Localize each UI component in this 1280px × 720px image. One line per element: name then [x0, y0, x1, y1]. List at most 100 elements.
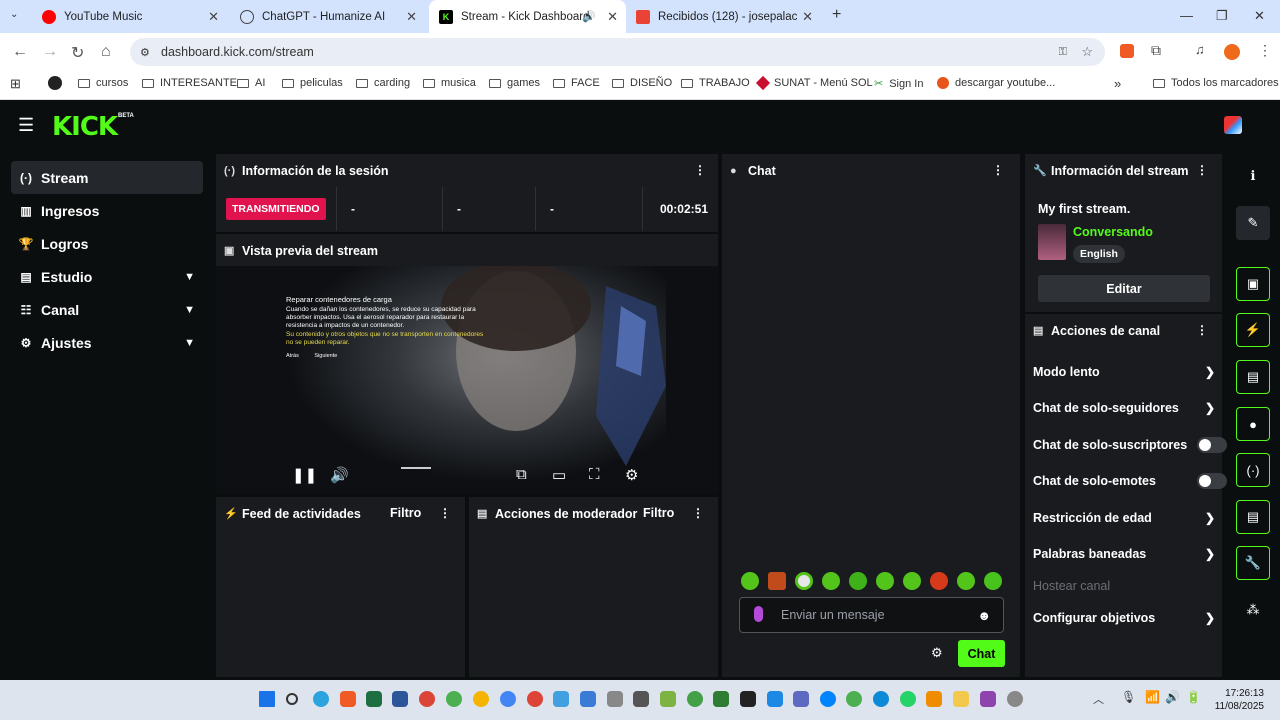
- close-icon[interactable]: ✕: [208, 9, 219, 25]
- user-avatar[interactable]: [1224, 116, 1242, 134]
- sidebar-item-ajustes[interactable]: ⚙ Ajustes ▼: [11, 326, 203, 359]
- volume-tray-icon[interactable]: 🔊: [1165, 690, 1180, 704]
- activity-filter-button[interactable]: Filtro: [390, 506, 421, 520]
- bookmark-games[interactable]: games: [489, 77, 540, 89]
- kebab-menu-icon[interactable]: ⋮: [439, 506, 451, 520]
- fullscreen-icon[interactable]: ⛶: [589, 466, 600, 483]
- bookmark-cursos[interactable]: cursos: [78, 77, 128, 89]
- stream-preview-video[interactable]: Reparar contenedores de carga Cuando se …: [216, 266, 718, 494]
- settings-gear-icon[interactable]: ⚙: [625, 466, 638, 484]
- chrome-icon[interactable]: [500, 691, 516, 707]
- globe-icon[interactable]: [48, 76, 62, 90]
- bookmark-musica[interactable]: musica: [423, 77, 476, 89]
- word-icon[interactable]: [392, 691, 408, 707]
- microphone-icon[interactable]: [754, 606, 763, 622]
- chrome-icon[interactable]: [527, 691, 543, 707]
- profile-avatar[interactable]: [1224, 44, 1240, 60]
- app-icon[interactable]: [713, 691, 729, 707]
- messenger-icon[interactable]: [820, 691, 836, 707]
- tray-chevron-icon[interactable]: ︿: [1093, 691, 1104, 707]
- back-icon[interactable]: ←: [12, 43, 28, 61]
- app-icon[interactable]: [660, 691, 676, 707]
- sidebar-item-canal[interactable]: ☷ Canal ▼: [11, 293, 203, 326]
- bookmark-sunat[interactable]: SUNAT - Menú SOL: [755, 75, 873, 91]
- forward-icon[interactable]: →: [42, 43, 58, 61]
- category-name[interactable]: Conversando: [1073, 225, 1153, 239]
- close-icon[interactable]: ✕: [607, 9, 618, 25]
- url-field[interactable]: ⚙ dashboard.kick.com/stream ⚿ ☆: [130, 38, 1105, 66]
- emote-icon[interactable]: [903, 572, 921, 590]
- microphone-tray-icon[interactable]: 🎙: [1121, 690, 1136, 704]
- site-info-icon[interactable]: ⚙: [140, 46, 150, 59]
- new-tab-icon[interactable]: +: [832, 6, 841, 24]
- apps-grid-icon[interactable]: ⊞: [10, 76, 21, 92]
- vlc-icon[interactable]: [926, 691, 942, 707]
- sidebar-item-estudio[interactable]: ▤ Estudio ▼: [11, 260, 203, 293]
- app-icon[interactable]: [793, 691, 809, 707]
- emote-icon[interactable]: [930, 572, 948, 590]
- bookmark-face[interactable]: FACE: [553, 77, 600, 89]
- close-icon[interactable]: ✕: [802, 9, 813, 25]
- emote-icon[interactable]: [741, 572, 759, 590]
- app-icon[interactable]: [553, 691, 569, 707]
- app-icon[interactable]: [740, 691, 756, 707]
- battery-icon[interactable]: 🔋: [1186, 690, 1201, 704]
- banned-words-row[interactable]: Palabras baneadas ❯: [1033, 536, 1219, 572]
- tab-chatgpt[interactable]: ChatGPT - Humanize AI ✕: [230, 0, 425, 33]
- calculator-icon[interactable]: [633, 691, 649, 707]
- chat-toggle-button[interactable]: ●: [1236, 407, 1270, 441]
- stream-info-toggle-button[interactable]: 🔧: [1236, 546, 1270, 580]
- media-control-icon[interactable]: ♫: [1195, 42, 1205, 57]
- emote-icon[interactable]: [984, 572, 1002, 590]
- wifi-icon[interactable]: 📶: [1145, 690, 1160, 704]
- bookmark-star-icon[interactable]: ☆: [1081, 44, 1093, 60]
- clock[interactable]: 17:26:13 11/08/2025: [1210, 687, 1264, 713]
- info-button[interactable]: ℹ: [1236, 159, 1270, 193]
- theater-mode-icon[interactable]: ▭: [552, 466, 566, 484]
- extensions-icon[interactable]: ⧉: [1151, 42, 1161, 59]
- send-chat-button[interactable]: Chat: [958, 640, 1005, 667]
- picture-in-picture-icon[interactable]: ⧉: [516, 466, 527, 483]
- moderator-filter-button[interactable]: Filtro: [643, 506, 674, 520]
- mod-actions-toggle-button[interactable]: ▤: [1236, 360, 1270, 394]
- bookmark-peliculas[interactable]: peliculas: [282, 77, 343, 89]
- app-icon[interactable]: [580, 691, 596, 707]
- hamburger-menu-icon[interactable]: ☰: [18, 115, 34, 136]
- activity-toggle-button[interactable]: ⚡: [1236, 313, 1270, 347]
- minimize-icon[interactable]: —: [1180, 8, 1193, 23]
- emotes-only-toggle[interactable]: [1197, 473, 1227, 489]
- app-icon[interactable]: [607, 691, 623, 707]
- emote-icon[interactable]: [849, 572, 867, 590]
- tab-list-icon[interactable]: ⌄: [10, 9, 18, 20]
- emote-icon[interactable]: [822, 572, 840, 590]
- followers-only-row[interactable]: Chat de solo-seguidores ❯: [1033, 390, 1219, 426]
- edit-button[interactable]: ✎: [1236, 206, 1270, 240]
- emote-icon[interactable]: [876, 572, 894, 590]
- channel-actions-toggle-button[interactable]: ▤: [1236, 500, 1270, 534]
- preview-toggle-button[interactable]: ▣: [1236, 267, 1270, 301]
- emoji-picker-icon[interactable]: ☻: [977, 608, 991, 623]
- app-icon[interactable]: [687, 691, 703, 707]
- file-explorer-icon[interactable]: [953, 691, 969, 707]
- chat-input[interactable]: Enviar un mensaje ☻: [739, 597, 1004, 633]
- slow-mode-row[interactable]: Modo lento ❯: [1033, 354, 1219, 390]
- all-bookmarks[interactable]: Todos los marcadores: [1153, 77, 1279, 89]
- browser-menu-icon[interactable]: ⋮: [1258, 42, 1272, 59]
- bookmark-trabajo[interactable]: TRABAJO: [681, 77, 750, 89]
- whatsapp-icon[interactable]: [900, 691, 916, 707]
- configure-goals-row[interactable]: Configurar objetivos ❯: [1033, 600, 1219, 636]
- tab-kick-dashboard[interactable]: K Stream - Kick Dashboard 🔊 ✕: [429, 0, 626, 33]
- session-toggle-button[interactable]: (·): [1236, 453, 1270, 487]
- emote-icon[interactable]: [795, 572, 813, 590]
- close-icon[interactable]: ✕: [406, 9, 417, 25]
- telegram-icon[interactable]: [313, 691, 329, 707]
- kebab-menu-icon[interactable]: ⋮: [694, 163, 706, 177]
- emote-icon[interactable]: [957, 572, 975, 590]
- app-icon[interactable]: [1007, 691, 1023, 707]
- bookmark-sign-in[interactable]: ✂ Sign In: [874, 77, 923, 91]
- brave-extension-icon[interactable]: [1120, 44, 1134, 58]
- kick-logo[interactable]: KICK: [52, 112, 118, 142]
- sidebar-item-logros[interactable]: 🏆 Logros: [11, 227, 203, 260]
- volume-icon[interactable]: 🔊: [330, 466, 349, 484]
- bookmark-ai[interactable]: AI: [237, 77, 265, 89]
